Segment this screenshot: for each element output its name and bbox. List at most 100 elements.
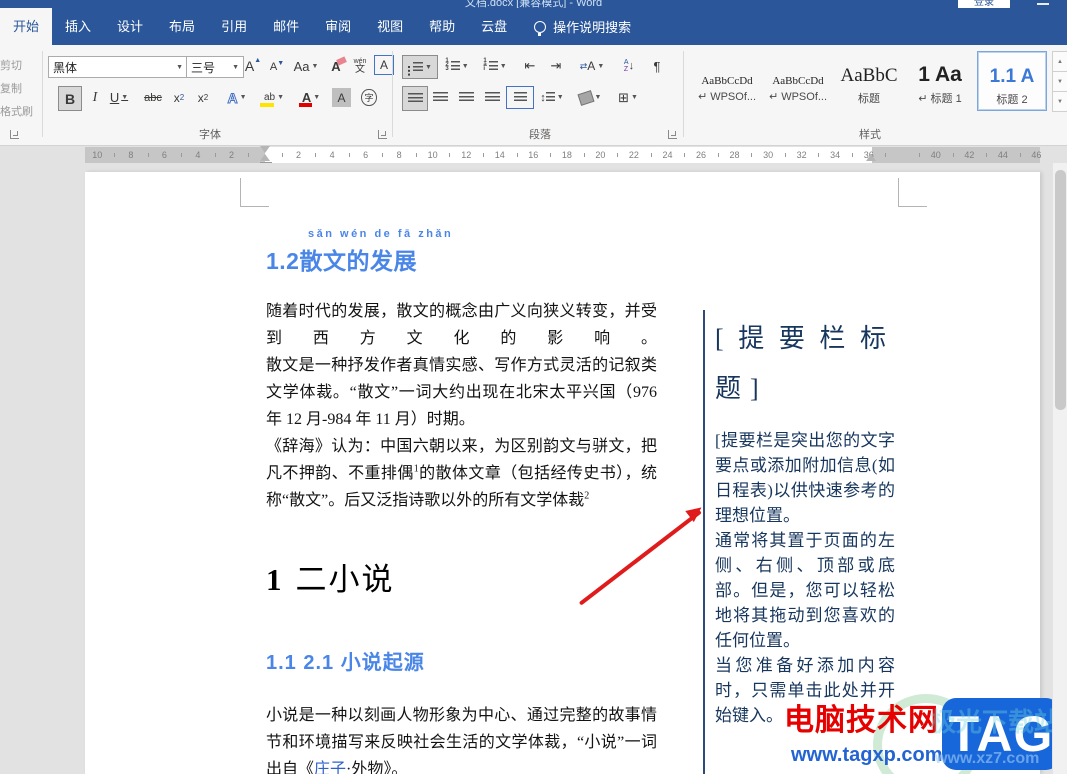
bold-button[interactable]: B xyxy=(58,86,82,111)
first-line-indent-marker[interactable] xyxy=(260,146,270,153)
font-name-combo[interactable]: 黑体 ▼ xyxy=(48,56,188,78)
paragraph: 随着时代的发展，散文的概念由广义向狭义转变，并受到西方文化的影响。 xyxy=(266,303,657,347)
subscript-button[interactable]: x2 xyxy=(168,86,190,109)
style-card[interactable]: 1 Aa ↵ 标题 1 xyxy=(906,51,974,109)
lightbulb-icon xyxy=(534,20,547,36)
ribbon: 剪切 复制 格式刷 黑体 ▼ 三号 ▼ A ▲ A ▼ Aa ▼ A wén 文 A B I … xyxy=(0,45,1067,146)
align-right-button[interactable] xyxy=(454,86,478,109)
ribbon-tab[interactable]: 插入 xyxy=(52,8,104,45)
font-dialog-launcher-icon[interactable] xyxy=(378,130,387,139)
clipboard-item[interactable]: 剪切 xyxy=(0,57,22,73)
right-indent-marker[interactable] xyxy=(866,154,876,161)
annotation-arrow xyxy=(578,509,702,606)
ruler-number: 32 xyxy=(796,150,807,160)
font-color-button[interactable]: A ▼ xyxy=(296,86,326,109)
scrollbar-thumb[interactable] xyxy=(1055,170,1066,410)
styles-scroll-up-icon[interactable]: ▲ xyxy=(1052,51,1067,72)
style-card[interactable]: 1.1 A 标题 2 xyxy=(977,51,1047,111)
line-spacing-button[interactable]: ↕ ▼ xyxy=(536,86,568,109)
section-heading: 1.2散文的发展 xyxy=(266,248,417,274)
clear-formatting-icon[interactable]: A xyxy=(326,55,347,77)
hanging-indent-marker[interactable] xyxy=(260,154,270,161)
italic-button[interactable]: I xyxy=(86,86,104,109)
document-title: 文档.docx [兼容模式] - Word xyxy=(464,0,603,8)
ruler-tick xyxy=(885,153,887,157)
justify-button[interactable] xyxy=(480,86,504,109)
character-shading-icon[interactable]: A xyxy=(332,88,351,107)
change-case-button[interactable]: Aa ▼ xyxy=(292,55,320,77)
sidebar-title: [提要栏标题] xyxy=(715,324,895,403)
style-card[interactable]: AaBbCcDd ↵ WPSOf... xyxy=(764,51,832,109)
inline-link[interactable]: 庄子 xyxy=(314,761,346,774)
ruler-tick xyxy=(449,153,451,157)
ruler-number: 12 xyxy=(461,150,472,160)
ribbon-tab[interactable]: 开始 xyxy=(0,8,53,45)
underline-button[interactable]: U ▼ xyxy=(106,86,132,109)
paragraph: 《辞海》认为：中国六朝以来，为区别韵文与骈文，把凡不押韵、不重排偶1的散体文章（… xyxy=(266,433,657,514)
styles-scroll-down-icon[interactable]: ▼ xyxy=(1052,71,1067,92)
ruler-number: 34 xyxy=(830,150,841,160)
vertical-scrollbar[interactable] xyxy=(1052,163,1067,774)
ribbon-tab[interactable]: 引用 xyxy=(208,8,260,45)
phonetic-guide-icon[interactable]: wén 文 xyxy=(350,53,370,79)
ruler-tick xyxy=(147,153,149,157)
shrink-font-button[interactable]: A ▼ xyxy=(266,57,288,77)
ribbon-tab[interactable]: 云盘 xyxy=(468,8,520,45)
numbering-button[interactable]: 1 2 3 ▼ xyxy=(440,55,474,77)
sidebar-paragraph: 通常将其置于页面的左侧、右侧、顶部或底部。但是，您可以轻松地将其拖动到您喜欢的任… xyxy=(715,531,895,650)
minimize-icon[interactable] xyxy=(1037,3,1049,5)
style-name: ↵ WPSOf... xyxy=(768,91,828,103)
tell-me-search[interactable]: 操作说明搜索 xyxy=(534,8,631,45)
font-size-combo[interactable]: 三号 ▼ xyxy=(186,56,244,78)
ruler-tick xyxy=(818,153,820,157)
decrease-indent-icon[interactable]: ⇤ xyxy=(518,55,542,77)
asian-layout-button[interactable]: ⇄ A ▼ xyxy=(576,55,608,77)
multilevel-list-button[interactable]: 1 a i ▼ xyxy=(478,55,512,77)
strikethrough-button[interactable]: abc xyxy=(140,86,166,109)
enclose-characters-icon[interactable]: 字 xyxy=(358,86,380,109)
ribbon-tab[interactable]: 邮件 xyxy=(260,8,312,45)
ribbon-tab[interactable]: 布局 xyxy=(156,8,208,45)
show-hide-marks-icon[interactable]: ¶ xyxy=(646,55,668,77)
style-card[interactable]: AaBbC 标题 xyxy=(835,51,903,109)
increase-indent-icon[interactable]: ⇥ xyxy=(544,55,568,77)
sidebar-textbox[interactable]: [提要栏标题] [提要栏是突出您的文字要点或添加附加信息(如日程表)以供快速参考… xyxy=(715,314,895,728)
word-window: 文档.docx [兼容模式] - Word 登录 开始 插入 设计 布局 引用 邮件 审阅视… xyxy=(0,0,1067,774)
borders-button[interactable]: ⊞ ▼ xyxy=(612,86,644,109)
paragraph: 散文是一种抒发作者真情实感、写作方式灵活的记叙类文学体裁。“散文”一词大约出现在… xyxy=(266,357,657,428)
ruler-tick xyxy=(751,153,753,157)
ribbon-tab[interactable]: 视图 xyxy=(364,8,416,45)
sort-icon[interactable]: A Z ↓ xyxy=(616,55,642,77)
paragraph-dialog-launcher-icon[interactable] xyxy=(668,130,677,139)
margin-crop-mark-left xyxy=(240,178,269,207)
ruler-number: 16 xyxy=(528,150,539,160)
styles-more-icon[interactable]: ▼ xyxy=(1052,91,1067,112)
clipboard-dialog-launcher-icon[interactable] xyxy=(10,130,19,139)
clipboard-item[interactable]: 复制 xyxy=(0,80,22,96)
ribbon-tab[interactable]: 审阅 xyxy=(312,8,364,45)
align-center-button[interactable] xyxy=(428,86,452,109)
horizontal-ruler[interactable]: 10 8 6 4 2 2 4 6 8 10 12 14 16 18 20 22 24 26 28 30 32 34 36 40… xyxy=(0,147,1067,164)
style-card[interactable]: AaBbCcDd ↵ WPSOf... xyxy=(693,51,761,109)
highlight-color-button[interactable]: ab ▼ xyxy=(258,86,290,109)
superscript-button[interactable]: x2 xyxy=(192,86,214,109)
ruler-tick xyxy=(181,153,183,157)
grow-font-button[interactable]: A ▲ xyxy=(242,55,264,77)
ruler-tick xyxy=(382,153,384,157)
document-page[interactable]: sǎn wén de fā zhǎn 1.2散文的发展 随着时代的发展，散文的概… xyxy=(85,172,1060,774)
login-button[interactable]: 登录 xyxy=(958,0,1010,8)
ribbon-tab[interactable]: 帮助 xyxy=(416,8,468,45)
clipboard-item[interactable]: 格式刷 xyxy=(0,103,33,119)
ruler-number: 26 xyxy=(696,150,707,160)
ribbon-tab[interactable]: 设计 xyxy=(104,8,156,45)
ribbon-tab-row: 开始 插入 设计 布局 引用 邮件 审阅 视图 帮助 云盘 操作说明搜索 xyxy=(0,8,1067,45)
align-left-button[interactable] xyxy=(402,86,428,111)
character-border-icon[interactable]: A xyxy=(374,55,394,75)
ruler-number: 30 xyxy=(763,150,774,160)
bullets-button[interactable]: ▼ xyxy=(402,55,438,79)
ruler-tick xyxy=(986,153,988,157)
text-effects-button[interactable]: A ▼ xyxy=(222,86,252,109)
shading-bucket-icon[interactable]: ▼ xyxy=(574,86,606,109)
distribute-button[interactable] xyxy=(506,86,534,109)
ruler-number: 2 xyxy=(296,150,302,160)
